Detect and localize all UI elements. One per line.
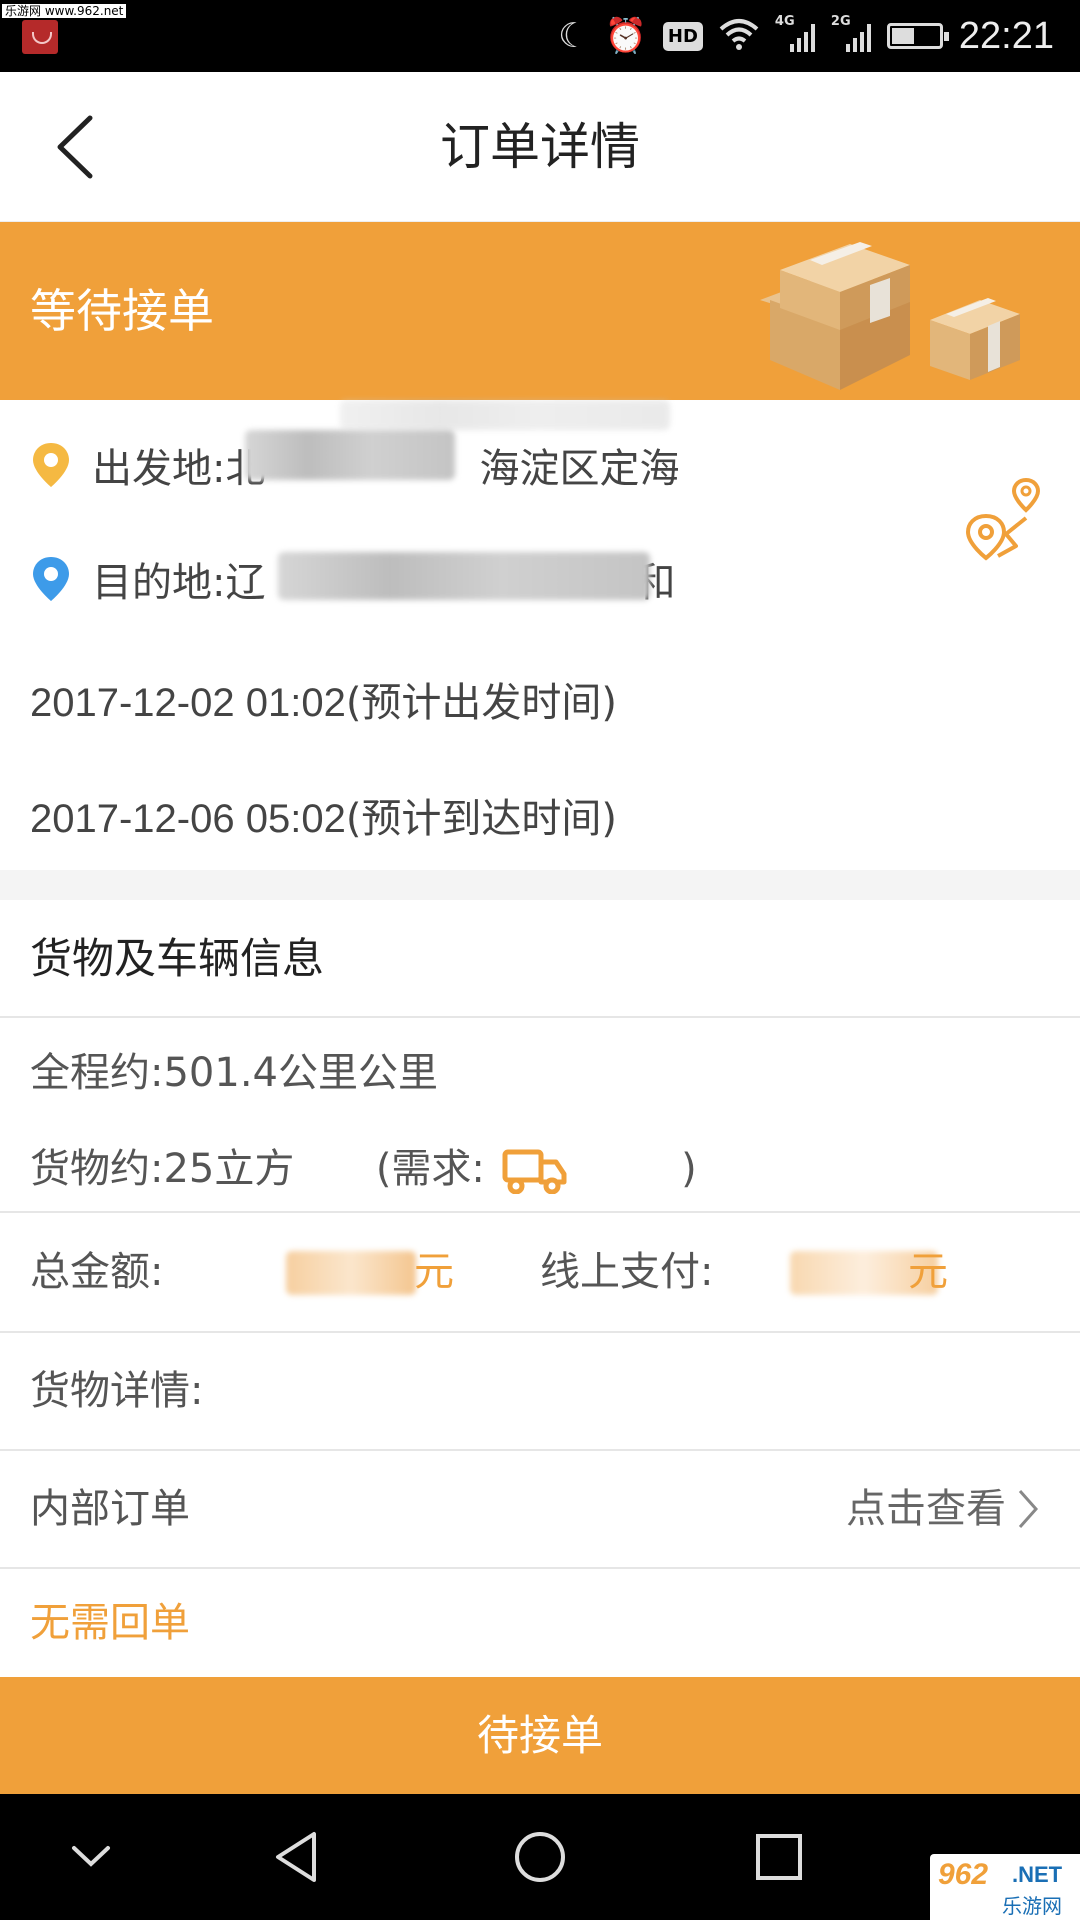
payment-row: 总金额: 元 线上支付: 元 (0, 1213, 1080, 1331)
nav-collapse-button[interactable] (58, 1824, 124, 1890)
blurred-total-amount (286, 1251, 416, 1295)
arrival-time-row: 2017-12-06 05:02(预计到达时间) (30, 786, 617, 844)
internal-order-label: 内部订单 (30, 1486, 190, 1532)
origin-address-tail: 海淀区定海 (479, 446, 680, 492)
total-amount-label: 总金额: (30, 1249, 164, 1295)
blurred-destination (278, 552, 650, 600)
cargo-volume: 货物约:25立方 (30, 1146, 295, 1192)
square-recents-icon (756, 1834, 802, 1880)
volume-row: 货物约:25立方 (需求: ) (30, 1136, 697, 1194)
receipt-status: 无需回单 (30, 1600, 190, 1646)
nav-back-button[interactable] (266, 1824, 332, 1890)
watermark-logo-name: 乐游网 (1002, 1894, 1062, 1918)
section-gap (0, 870, 1080, 900)
route-map-icon[interactable] (960, 476, 1046, 562)
destination-label: 目的地:辽 (92, 560, 266, 606)
clock: 22:21 (958, 14, 1054, 57)
status-bar: 乐游网 www.962.net ☾ ⏰ HD 4G 2G 22:21 (0, 0, 1080, 72)
page-title: 订单详情 (440, 118, 640, 176)
requirement-open: (需求: (375, 1146, 485, 1192)
departure-time: 2017-12-02 01:02 (30, 681, 346, 725)
online-payment-label: 线上支付: (540, 1249, 714, 1295)
requirement-close: ) (681, 1146, 697, 1192)
nav-home-button[interactable] (507, 1824, 573, 1890)
distance-row: 全程约:501.4公里公里 (30, 1050, 438, 1096)
triangle-back-icon (276, 1832, 316, 1882)
arrival-time: 2017-12-06 05:02 (30, 797, 346, 841)
system-nav-bar: 962 .NET 乐游网 (0, 1794, 1080, 1920)
battery-icon (886, 23, 949, 49)
origin-label: 出发地:北 (92, 446, 266, 492)
alarm-icon: ⏰ (604, 16, 647, 56)
circle-home-icon (515, 1832, 565, 1882)
order-status-text: 等待接单 (30, 284, 214, 338)
cargo-detail-label: 货物详情: (30, 1368, 204, 1414)
watermark-logo-number: 962 (938, 1858, 989, 1891)
status-icons: ☾ ⏰ HD 4G 2G 22:21 (558, 12, 1054, 60)
moon-icon: ☾ (558, 16, 589, 56)
internal-order-row[interactable]: 内部订单 点击查看 (0, 1451, 1080, 1567)
signal-4g-icon: 4G (775, 14, 815, 52)
arrival-note: (预计到达时间) (345, 796, 618, 842)
blurred-origin (245, 430, 455, 480)
truck-icon (502, 1149, 567, 1194)
boxes-illustration (760, 242, 1020, 390)
blurred-origin-top (340, 400, 670, 430)
title-bar: 订单详情 (0, 72, 1080, 222)
destination-pin-icon (33, 557, 69, 601)
chevron-down-icon (72, 1846, 110, 1867)
online-payment-unit: 元 (908, 1249, 948, 1295)
hd-badge: HD (662, 21, 703, 51)
receipt-row: 无需回单 (0, 1569, 1080, 1677)
back-arrow-icon (57, 115, 93, 179)
nav-recents-button[interactable] (746, 1824, 812, 1890)
departure-note: (预计出发时间) (345, 680, 618, 726)
awaiting-order-button[interactable]: 待接单 (0, 1677, 1080, 1794)
wifi-icon (719, 17, 759, 55)
watermark-logo-tld: .NET (1012, 1862, 1063, 1887)
total-amount-unit: 元 (414, 1249, 454, 1295)
watermark-text: 乐游网 www.962.net (2, 4, 127, 18)
huawei-app-icon (22, 20, 58, 54)
signal-2g-icon: 2G (831, 14, 871, 52)
chevron-right-icon (1018, 1490, 1039, 1528)
cargo-section-header: 货物及车辆信息 (0, 900, 1080, 1018)
back-button[interactable] (40, 102, 130, 192)
origin-pin-icon (33, 443, 69, 487)
departure-time-row: 2017-12-02 01:02(预计出发时间) (30, 670, 617, 728)
order-status-banner: 等待接单 (0, 222, 1080, 400)
watermark-logo: 962 .NET 乐游网 (930, 1854, 1080, 1920)
cargo-section-title: 货物及车辆信息 (30, 934, 325, 983)
view-details-link[interactable]: 点击查看 (846, 1451, 1006, 1567)
cargo-detail-row: 货物详情: (0, 1333, 1080, 1449)
route-section: 出发地:北 海淀区定海 目的地:辽 和 2017-12-02 01:02(预计出… (0, 400, 1080, 870)
